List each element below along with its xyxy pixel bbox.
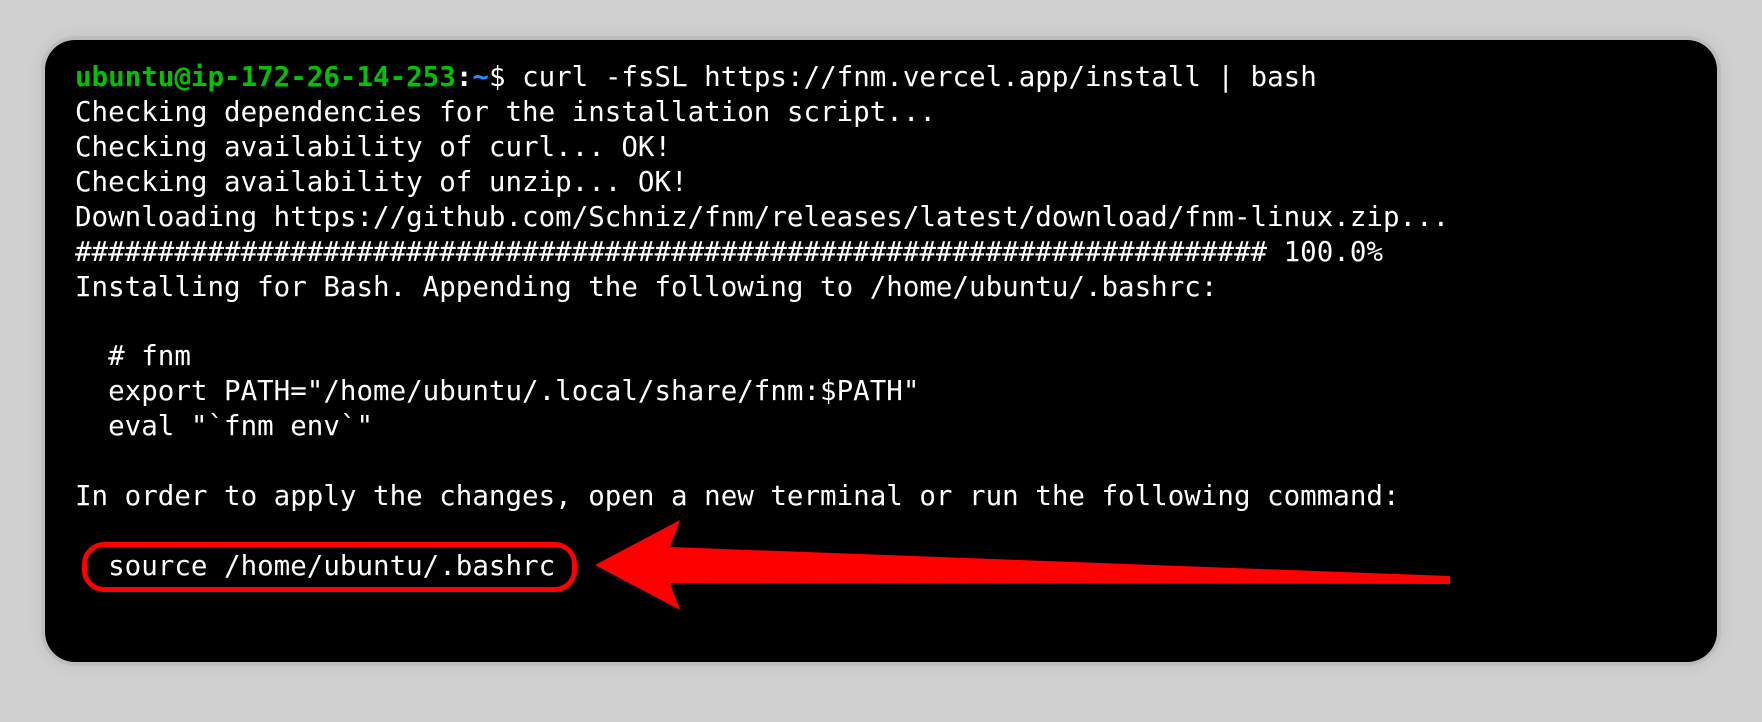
terminal-window[interactable]: ubuntu@ip-172-26-14-253:~$ curl -fsSL ht…	[45, 40, 1717, 662]
output-line: # fnm	[75, 340, 191, 372]
command-text: curl -fsSL https://fnm.vercel.app/instal…	[522, 61, 1317, 93]
screenshot-frame: ubuntu@ip-172-26-14-253:~$ curl -fsSL ht…	[20, 20, 1742, 702]
prompt-user-host: ubuntu@ip-172-26-14-253	[75, 61, 456, 93]
output-line: Checking availability of curl... OK!	[75, 131, 671, 163]
output-line: ########################################…	[75, 236, 1383, 268]
prompt-suffix: $	[489, 61, 522, 93]
prompt-colon: :	[456, 61, 473, 93]
output-line: source /home/ubuntu/.bashrc	[75, 550, 555, 582]
output-line: In order to apply the changes, open a ne…	[75, 480, 1400, 512]
output-line: export PATH="/home/ubuntu/.local/share/f…	[75, 375, 919, 407]
output-line: Checking availability of unzip... OK!	[75, 166, 688, 198]
output-line: Checking dependencies for the installati…	[75, 96, 936, 128]
output-line: Downloading https://github.com/Schniz/fn…	[75, 201, 1449, 233]
terminal-content[interactable]: ubuntu@ip-172-26-14-253:~$ curl -fsSL ht…	[75, 60, 1687, 584]
prompt-path: ~	[472, 61, 489, 93]
output-line: Installing for Bash. Appending the follo…	[75, 271, 1217, 303]
output-line: eval "`fnm env`"	[75, 410, 373, 442]
